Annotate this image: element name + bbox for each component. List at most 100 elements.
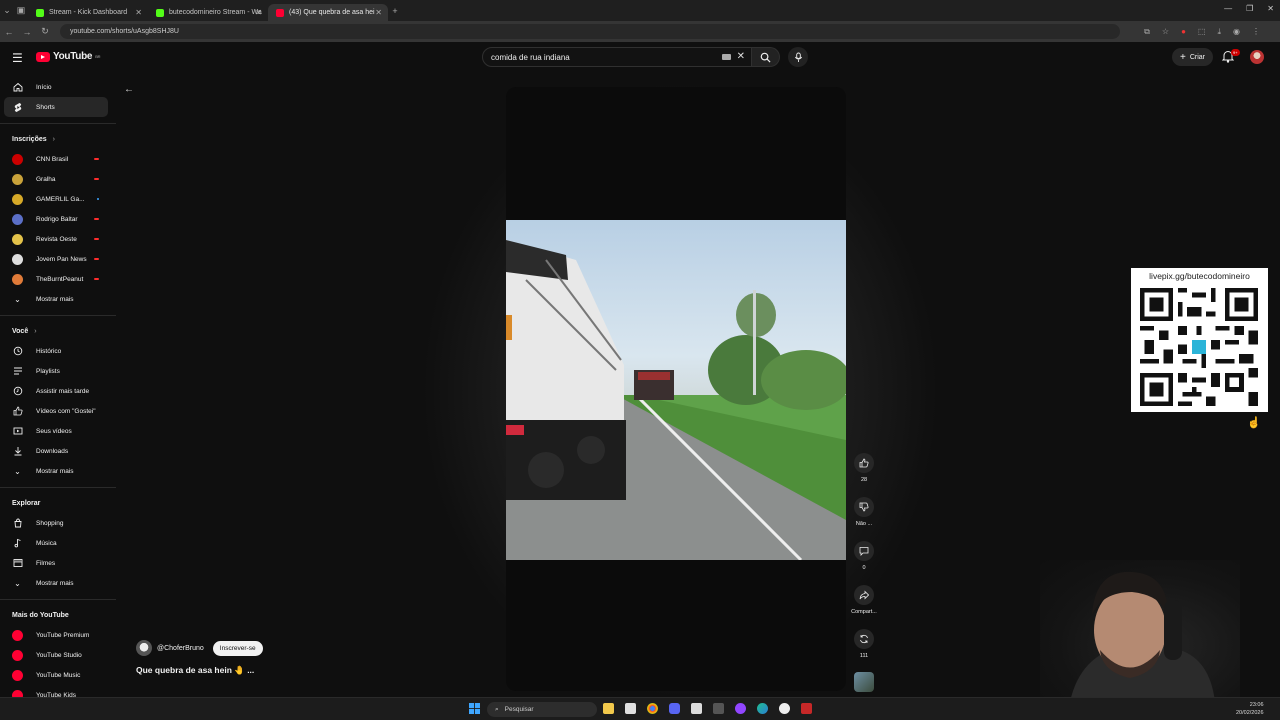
- browser-menu-icon[interactable]: ⋮: [1252, 27, 1260, 37]
- downloads-icon[interactable]: ⤓: [1217, 27, 1221, 37]
- windows-start-icon[interactable]: [469, 703, 480, 714]
- sidebar-sub-cnn-brasil[interactable]: CNN Brasil: [0, 149, 116, 169]
- browser-tabbar: ⌄ ▣ Stream - Kick Dashboard ✕ butecodomi…: [0, 0, 1280, 21]
- clear-search-icon[interactable]: ✕: [737, 51, 745, 62]
- sound-thumbnail[interactable]: [854, 672, 874, 692]
- sidebar-explore-show-more[interactable]: ⌄ Mostrar mais: [0, 573, 116, 593]
- back-arrow-icon[interactable]: ←: [124, 84, 134, 95]
- close-tab-icon[interactable]: ✕: [255, 8, 262, 17]
- twitch-icon[interactable]: [735, 703, 746, 714]
- steam-icon[interactable]: [713, 703, 724, 714]
- sidebar-sub-rodrigo-baltar[interactable]: Rodrigo Baltar: [0, 209, 116, 229]
- sidebar-item-historico[interactable]: Histórico: [0, 341, 116, 361]
- forward-icon[interactable]: →: [18, 27, 36, 37]
- account-avatar[interactable]: [1250, 50, 1264, 64]
- sidebar-item-musica[interactable]: Música: [0, 533, 116, 553]
- edge-icon[interactable]: [757, 703, 768, 714]
- maximize-icon[interactable]: ❐: [1246, 4, 1253, 13]
- keyboard-icon[interactable]: [722, 54, 731, 60]
- hamburger-menu-icon[interactable]: ☰: [12, 51, 23, 65]
- sidebar-item-shopping[interactable]: Shopping: [0, 513, 116, 533]
- browser-tab-kick-stream[interactable]: butecodomineiro Stream - Wa ✕: [148, 4, 268, 21]
- channel-avatar[interactable]: [136, 640, 152, 656]
- sidebar-you-heading[interactable]: Você ›: [0, 321, 116, 341]
- youtube-logo[interactable]: YouTube BR: [36, 51, 100, 62]
- qr-label: livepix.gg/butecodomineiro: [1149, 271, 1250, 281]
- channel-name[interactable]: @ChoferBruno: [157, 645, 204, 652]
- sidebar-item-assistir-mais-tarde[interactable]: Assistir mais tarde: [0, 381, 116, 401]
- sidebar-item-playlists[interactable]: Playlists: [0, 361, 116, 381]
- sidebar-subs-show-more[interactable]: ⌄ Mostrar mais: [0, 289, 116, 309]
- comment-icon: [859, 547, 869, 556]
- extension-icon[interactable]: ●: [1181, 27, 1186, 37]
- channel-avatar: [12, 213, 23, 225]
- like-action[interactable]: 28: [852, 453, 876, 497]
- voice-search-button[interactable]: [788, 47, 808, 67]
- sidebar-subscriptions-heading[interactable]: Inscrições ›: [0, 129, 116, 149]
- sidebar-item-youtube-premium[interactable]: YouTube Premium: [0, 625, 116, 645]
- extensions-puzzle-icon[interactable]: ⬚: [1198, 27, 1206, 37]
- reload-icon[interactable]: ↻: [36, 26, 54, 37]
- dislike-button[interactable]: [854, 497, 874, 517]
- sidebar-sub-jovem-pan-news[interactable]: Jovem Pan News: [0, 249, 116, 269]
- back-icon[interactable]: ←: [0, 27, 18, 37]
- shorts-player[interactable]: [506, 87, 846, 691]
- close-window-icon[interactable]: ✕: [1267, 4, 1274, 13]
- close-tab-icon[interactable]: ✕: [375, 8, 382, 17]
- share-button[interactable]: [854, 585, 874, 605]
- short-title[interactable]: Que quebra de asa hein 🤚 ...: [136, 665, 263, 676]
- sidebar-explore-heading: Explorar: [12, 499, 41, 507]
- comment-count: 0: [862, 565, 866, 571]
- new-tab-icon[interactable]: +: [388, 6, 402, 16]
- sidebar-sub-gralha[interactable]: Gralha: [0, 169, 116, 189]
- thumbs-down-icon: [859, 502, 869, 512]
- remix-action[interactable]: 111: [852, 629, 876, 673]
- subscribe-button[interactable]: Inscrever-se: [212, 640, 263, 656]
- like-button[interactable]: [854, 453, 874, 473]
- shorts-actions: 28 Não ... 0 Compart... 111: [851, 453, 877, 673]
- search-input[interactable]: comida de rua indiana ✕: [482, 47, 752, 67]
- notepad-icon[interactable]: [691, 703, 702, 714]
- sidebar-item-youtube-music[interactable]: YouTube Music: [0, 665, 116, 685]
- chevron-right-icon: ›: [52, 135, 55, 143]
- cast-icon[interactable]: ⧉: [1144, 27, 1150, 37]
- sidebar-item-inicio[interactable]: Início: [0, 77, 116, 97]
- close-tab-icon[interactable]: ✕: [135, 8, 142, 17]
- system-clock[interactable]: 23:06 20/02/2026: [1236, 701, 1264, 717]
- search-icon: [760, 52, 771, 63]
- discord-icon[interactable]: [669, 703, 680, 714]
- comments-action[interactable]: 0: [852, 541, 876, 585]
- browser-tab-youtube[interactable]: (43) Que quebra de asa hei ✕: [268, 4, 388, 21]
- obs-icon[interactable]: [779, 703, 790, 714]
- sidebar-item-seus-videos[interactable]: Seus vídeos: [0, 421, 116, 441]
- browser-tab-kick-dashboard[interactable]: Stream - Kick Dashboard ✕: [28, 4, 148, 21]
- profile-icon[interactable]: ◉: [1233, 27, 1240, 37]
- tab-search-icon[interactable]: ⌄: [0, 5, 14, 16]
- comments-button[interactable]: [854, 541, 874, 561]
- sidebar-item-shorts[interactable]: Shorts: [4, 97, 108, 117]
- sidebar-sub-theburntpeanut[interactable]: TheBurntPeanut: [0, 269, 116, 289]
- sidebar-sub-gamerlil[interactable]: GAMERLIL Ga...: [0, 189, 116, 209]
- chrome-icon[interactable]: [647, 703, 658, 714]
- search-button[interactable]: [752, 47, 780, 67]
- minimize-icon[interactable]: —: [1224, 4, 1232, 13]
- sidebar-sub-revista-oeste[interactable]: Revista Oeste: [0, 229, 116, 249]
- share-icon: [859, 590, 869, 600]
- app-icon[interactable]: [801, 703, 812, 714]
- sidebar-item-youtube-studio[interactable]: YouTube Studio: [0, 645, 116, 665]
- remix-button[interactable]: [854, 629, 874, 649]
- file-explorer-icon[interactable]: [603, 703, 614, 714]
- create-button[interactable]: + Criar: [1172, 48, 1214, 66]
- share-action[interactable]: Compart...: [851, 585, 877, 629]
- bookmark-star-icon[interactable]: ☆: [1162, 27, 1169, 37]
- taskbar-search[interactable]: ⌕ Pesquisar: [487, 702, 597, 717]
- sidebar-item-downloads[interactable]: Downloads: [0, 441, 116, 461]
- sidebar-you-show-more[interactable]: ⌄ Mostrar mais: [0, 461, 116, 481]
- sidebar-item-filmes[interactable]: Filmes: [0, 553, 116, 573]
- calendar-icon[interactable]: [625, 703, 636, 714]
- address-bar[interactable]: youtube.com/shorts/uAsgb8SHJ8U: [60, 24, 1120, 39]
- qr-code-icon: [1140, 288, 1258, 406]
- tab-group-icon[interactable]: ▣: [14, 5, 28, 16]
- sidebar-item-videos-gostei[interactable]: Vídeos com "Gostei": [0, 401, 116, 421]
- dislike-action[interactable]: Não ...: [852, 497, 876, 541]
